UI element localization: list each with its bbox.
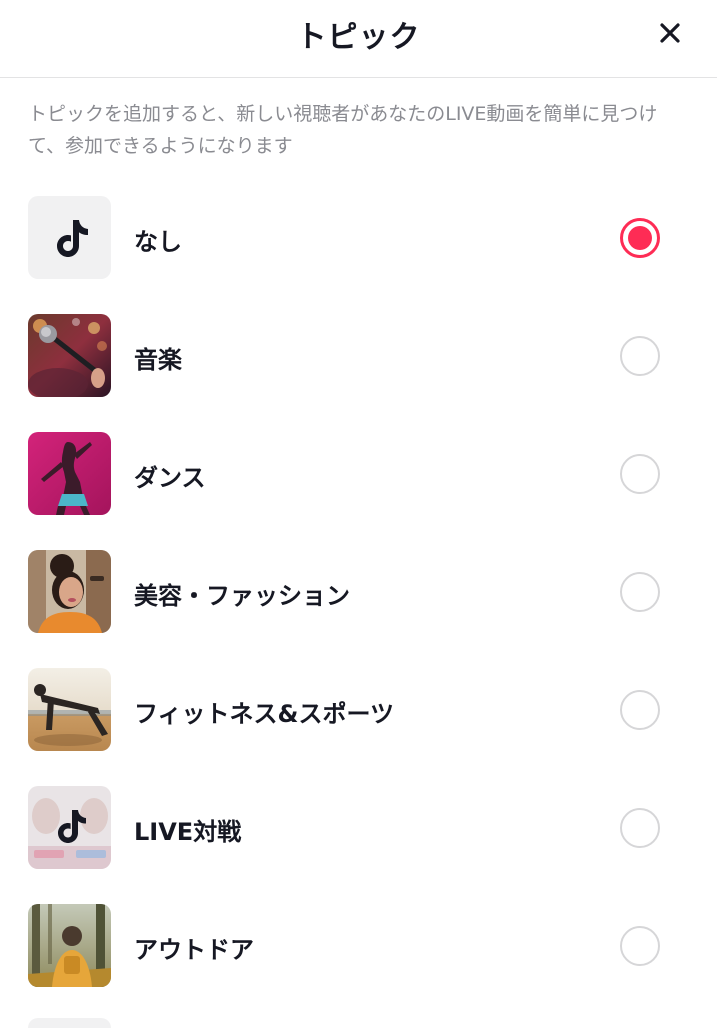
topic-label: フィットネス&スポーツ <box>134 700 394 728</box>
topic-item-beauty-fashion[interactable]: 美容・ファッション <box>0 532 717 650</box>
topic-label: 音楽 <box>134 346 182 374</box>
live-battle-thumbnail <box>28 786 111 869</box>
fitness-sports-thumbnail <box>28 668 111 751</box>
topic-item-outdoor[interactable]: アウトドア <box>0 886 717 1004</box>
beauty-fashion-thumbnail <box>28 550 111 633</box>
topic-item-live-battle[interactable]: LIVE対戦 <box>0 768 717 886</box>
outdoor-thumbnail <box>28 904 111 987</box>
dance-thumbnail <box>28 432 111 515</box>
topic-item-dance[interactable]: ダンス <box>0 414 717 532</box>
topic-label: なし <box>134 228 182 256</box>
radio-button[interactable] <box>620 808 660 848</box>
header: トピック <box>0 0 717 78</box>
radio-button[interactable] <box>620 454 660 494</box>
music-thumbnail <box>28 314 111 397</box>
close-icon <box>660 23 680 43</box>
radio-button[interactable] <box>620 336 660 376</box>
radio-button[interactable] <box>620 926 660 966</box>
radio-button[interactable] <box>620 690 660 730</box>
topic-label: ダンス <box>134 464 206 492</box>
topic-label: 美容・ファッション <box>134 582 350 610</box>
topic-item-none[interactable]: なし <box>0 178 717 296</box>
tiktok-logo-icon <box>28 196 111 279</box>
close-button[interactable] <box>653 16 687 50</box>
radio-button[interactable] <box>620 572 660 612</box>
page-title: トピック <box>296 20 421 55</box>
topic-description: トピックを追加すると、新しい視聴者があなたのLIVE動画を簡単に見つけて、参加で… <box>28 103 658 157</box>
topic-label: アウトドア <box>134 936 254 964</box>
topic-item-music[interactable]: 音楽 <box>0 296 717 414</box>
radio-selected[interactable] <box>620 218 660 258</box>
topic-list: なし 音楽 ダンス 美容・ファッション フィットネス&スポーツ LIVE対戦 ア… <box>0 178 717 1004</box>
partial-list-item <box>28 1018 111 1028</box>
topic-item-fitness-sports[interactable]: フィットネス&スポーツ <box>0 650 717 768</box>
topic-label: LIVE対戦 <box>134 818 242 846</box>
